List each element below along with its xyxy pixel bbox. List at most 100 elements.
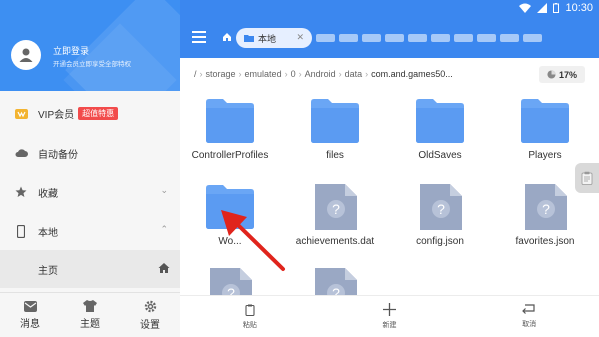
tab-label: 本地 — [258, 33, 277, 44]
cancel-icon — [522, 304, 535, 314]
breadcrumb-segment[interactable]: emulated — [245, 69, 282, 79]
tab-thumb[interactable] — [408, 34, 427, 42]
settings-button[interactable]: 设置 — [120, 293, 180, 337]
breadcrumb-separator: › — [238, 69, 242, 79]
folder-item[interactable]: OldSaves — [390, 92, 490, 172]
breadcrumb-separator: › — [338, 69, 342, 79]
message-icon — [23, 300, 37, 312]
app-root: 本地 ✕ 10:30 立即登录 开通会员立即享受全部特权 VIP会员 超值特惠 … — [0, 0, 599, 337]
breadcrumb-segment[interactable]: storage — [206, 69, 236, 79]
tab-thumb[interactable] — [385, 34, 404, 42]
file-name: ControllerProfiles — [191, 150, 269, 161]
action-bar: 粘贴 新建 取消 — [180, 295, 599, 337]
pie-chart-icon — [547, 70, 556, 79]
file-name: favorites.json — [515, 236, 575, 247]
svg-text:?: ? — [332, 201, 340, 217]
tab-thumb[interactable] — [362, 34, 381, 42]
file-item[interactable]: ? config.json — [390, 178, 490, 258]
new-label: 新建 — [382, 322, 397, 329]
user-icon — [19, 48, 33, 62]
login-title[interactable]: 立即登录 — [53, 44, 89, 57]
folder-item[interactable]: Wo... — [180, 178, 280, 258]
folder-icon — [416, 99, 464, 143]
wifi-icon — [519, 3, 532, 13]
file-name: Players — [528, 150, 562, 161]
new-button[interactable]: 新建 — [320, 296, 460, 337]
tab-thumb[interactable] — [477, 34, 496, 42]
sidebar-item-favorites[interactable]: 收藏 ⌄ — [0, 173, 180, 211]
unknown-file-icon: ? — [315, 184, 357, 230]
file-name: files — [326, 150, 344, 161]
messages-button[interactable]: 消息 — [0, 293, 60, 337]
signal-icon — [537, 3, 548, 13]
breadcrumb-current[interactable]: com.and.games50... — [371, 69, 453, 79]
breadcrumb-segment[interactable]: 0 — [291, 69, 296, 79]
avatar[interactable] — [11, 40, 41, 70]
sidebar-item-label: 自动备份 — [38, 149, 78, 161]
themes-button[interactable]: 主题 — [60, 293, 120, 337]
settings-label: 设置 — [140, 319, 160, 331]
file-name: config.json — [416, 236, 464, 247]
menu-icon[interactable] — [192, 31, 206, 43]
sidebar-item-label: 本地 — [38, 227, 58, 239]
promo-badge: 超值特惠 — [78, 106, 119, 120]
home-icon[interactable] — [222, 32, 232, 42]
home-icon — [158, 263, 170, 273]
gear-icon — [144, 300, 156, 312]
chevron-up-icon[interactable]: ⌃ — [160, 224, 168, 235]
file-name: Wo... — [218, 236, 242, 247]
file-item[interactable]: ? achievements.dat — [285, 178, 385, 258]
sidebar-subitem-home[interactable]: 主页 — [0, 250, 180, 288]
top-toolbar: 本地 ✕ — [180, 18, 599, 58]
shirt-icon — [83, 300, 97, 312]
phone-icon — [14, 224, 28, 238]
vip-crown-icon — [14, 106, 28, 120]
paste-button[interactable]: 粘贴 — [180, 296, 320, 337]
folder-item[interactable]: files — [285, 92, 385, 172]
sidebar-item-vip[interactable]: VIP会员 超值特惠 — [0, 94, 180, 132]
themes-label: 主题 — [80, 319, 100, 330]
clock: 10:30 — [565, 2, 593, 14]
breadcrumb-separator: › — [199, 69, 203, 79]
messages-label: 消息 — [20, 318, 40, 330]
tab-local[interactable]: 本地 ✕ — [236, 28, 312, 48]
file-name: OldSaves — [418, 150, 462, 161]
tab-thumb[interactable] — [316, 34, 335, 42]
breadcrumb-segment[interactable]: Android — [305, 69, 336, 79]
svg-text:?: ? — [437, 201, 445, 217]
tab-thumb[interactable] — [339, 34, 358, 42]
profile-header[interactable]: 立即登录 开通会员立即享受全部特权 — [0, 0, 180, 91]
sidebar-item-auto-backup[interactable]: 自动备份 — [0, 134, 180, 172]
folder-item[interactable]: Players — [495, 92, 595, 172]
sidebar-item-label: 收藏 — [38, 188, 58, 200]
close-icon[interactable]: ✕ — [296, 32, 304, 43]
storage-usage-chip[interactable]: 17% — [539, 66, 585, 83]
breadcrumb-segment[interactable]: data — [345, 69, 363, 79]
tab-thumb[interactable] — [523, 34, 542, 42]
drawer-bottom-bar: 消息 主题 设置 — [0, 292, 180, 337]
tab-thumb[interactable] — [500, 34, 519, 42]
floating-clipboard-tab[interactable] — [575, 163, 599, 193]
storage-percent: 17% — [558, 69, 577, 80]
breadcrumb-separator: › — [298, 69, 302, 79]
tab-thumb[interactable] — [454, 34, 473, 42]
login-subtitle: 开通会员立即享受全部特权 — [53, 61, 131, 68]
file-grid: ControllerProfiles files OldSaves Players Wo… — [180, 90, 599, 314]
cloud-icon — [14, 146, 28, 160]
file-name: achievements.dat — [295, 236, 375, 247]
breadcrumb-separator: › — [365, 69, 369, 79]
sidebar-subitem-label: 主页 — [38, 265, 58, 277]
folder-item[interactable]: ControllerProfiles — [180, 92, 280, 172]
folder-icon — [206, 185, 254, 229]
folder-icon — [521, 99, 569, 143]
chevron-down-icon[interactable]: ⌄ — [160, 185, 168, 196]
breadcrumb-separator: › — [284, 69, 288, 79]
cancel-button[interactable]: 取消 — [459, 296, 599, 337]
sidebar-item-local[interactable]: 本地 ⌃ — [0, 212, 180, 250]
battery-icon — [553, 3, 560, 13]
tab-strip — [316, 34, 542, 42]
tab-thumb[interactable] — [431, 34, 450, 42]
unknown-file-icon: ? — [525, 184, 567, 230]
breadcrumb-segment[interactable]: / — [194, 69, 197, 79]
svg-text:?: ? — [542, 201, 550, 217]
